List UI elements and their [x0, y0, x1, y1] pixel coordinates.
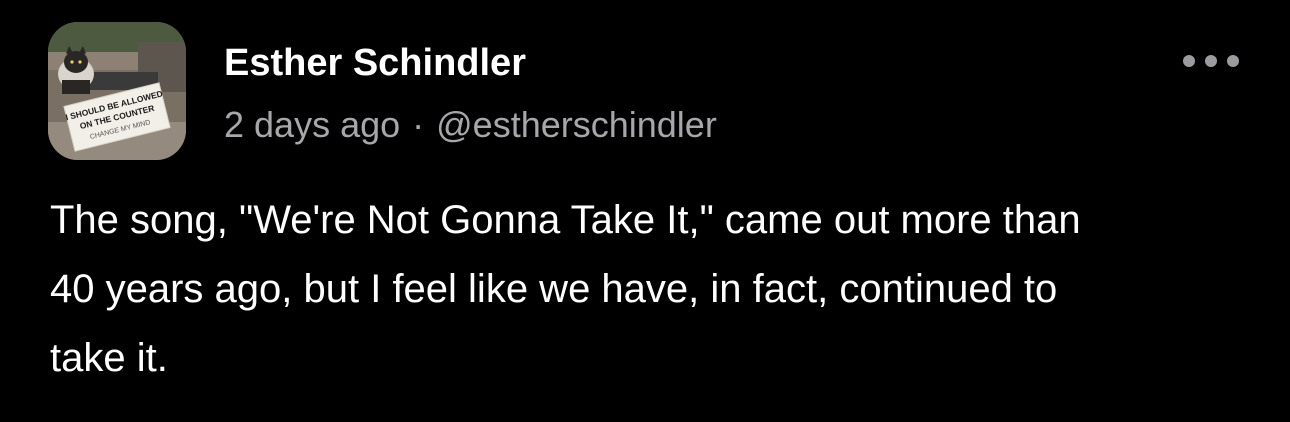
post-timestamp[interactable]: 2 days ago [224, 104, 400, 145]
avatar[interactable]: I SHOULD BE ALLOWED ON THE COUNTER CHANG… [48, 22, 186, 160]
meta-separator: · [412, 104, 425, 145]
post-body: The song, "We're Not Gonna Take It," cam… [50, 186, 1250, 393]
more-dot [1205, 55, 1217, 67]
post-body-line-1: The song, "We're Not Gonna Take It," cam… [50, 198, 1081, 242]
author-handle[interactable]: @estherschindler [436, 104, 717, 145]
author-display-name[interactable]: Esther Schindler [224, 40, 526, 86]
more-dot [1227, 55, 1239, 67]
post-body-line-2: 40 years ago, but I feel like we have, i… [50, 267, 1058, 311]
more-horizontal-icon[interactable] [1180, 46, 1242, 76]
avatar-image: I SHOULD BE ALLOWED ON THE COUNTER CHANG… [48, 22, 186, 160]
post-meta: 2 days ago · @estherschindler [224, 102, 717, 148]
more-dot [1183, 55, 1195, 67]
post-card[interactable]: I SHOULD BE ALLOWED ON THE COUNTER CHANG… [0, 0, 1290, 422]
post-body-line-3: take it. [50, 336, 168, 380]
